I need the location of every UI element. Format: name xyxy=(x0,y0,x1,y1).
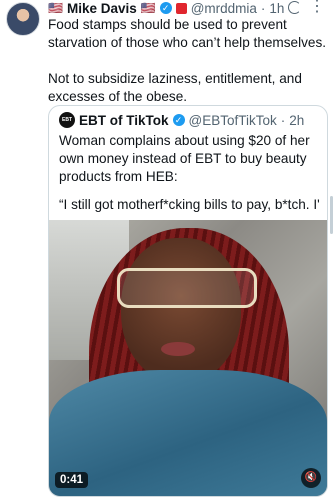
separator-dot: · xyxy=(260,0,266,16)
video-subject-face xyxy=(121,238,241,383)
video-player[interactable]: 0:41 🔇 xyxy=(49,220,327,496)
quote-snippet: “I still got motherf*cking bills to pay,… xyxy=(59,197,321,212)
quote-text: Woman complains about using $20 of her o… xyxy=(59,133,310,184)
verified-badge-icon: ✓ xyxy=(159,2,172,14)
quote-author-handle[interactable]: @EBTofTikTok xyxy=(189,113,277,128)
author-avatar[interactable] xyxy=(6,2,40,36)
quote-timestamp[interactable]: 2h xyxy=(289,113,304,128)
author-name[interactable]: Mike Davis xyxy=(67,1,137,16)
us-flag-icon: 🇺🇸 xyxy=(140,1,156,15)
separator-dot: · xyxy=(280,112,286,128)
author-handle[interactable]: @mrddmia xyxy=(191,1,257,16)
verified-badge-icon: ✓ xyxy=(172,114,185,126)
tweet-text: Food stamps should be used to prevent st… xyxy=(48,17,327,104)
affiliation-badge-icon xyxy=(175,2,187,14)
video-subject-jacket xyxy=(49,370,327,496)
quote-header: EBT EBT of TikTok ✓ @EBTofTikTok · 2h xyxy=(59,112,304,128)
tweet-header: 🇺🇸 Mike Davis 🇺🇸 ✓ @mrddmia · 1h xyxy=(48,0,284,16)
grok-icon[interactable] xyxy=(288,1,301,14)
more-options-icon[interactable]: ⋮ xyxy=(309,0,325,15)
quoted-tweet[interactable]: EBT EBT of TikTok ✓ @EBTofTikTok · 2h Wo… xyxy=(48,105,328,497)
video-subject-mouth xyxy=(161,342,195,356)
video-duration: 0:41 xyxy=(55,472,89,488)
quote-author-avatar[interactable]: EBT xyxy=(59,112,75,128)
us-flag-icon: 🇺🇸 xyxy=(48,1,63,15)
speaker-muted-icon[interactable]: 🔇 xyxy=(301,468,321,488)
video-subject-glasses xyxy=(117,268,257,308)
tweet-timestamp[interactable]: 1h xyxy=(269,1,284,16)
quote-author-name[interactable]: EBT of TikTok xyxy=(79,113,169,128)
